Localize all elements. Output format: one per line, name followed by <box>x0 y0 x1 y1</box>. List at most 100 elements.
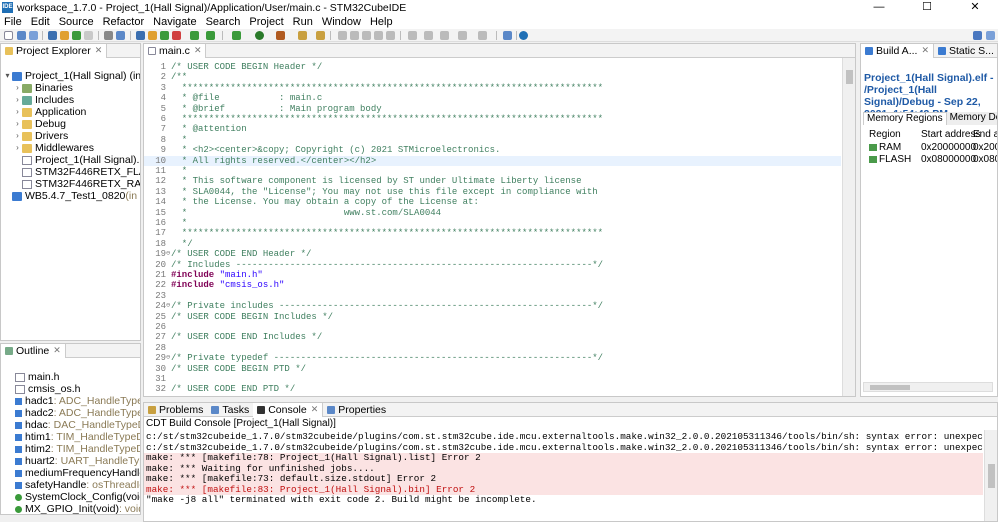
refresh-icon[interactable] <box>160 31 169 40</box>
tab-memory-details[interactable]: Memory Details <box>946 112 997 125</box>
terminal-icon[interactable] <box>116 31 125 40</box>
tab-tasks[interactable]: Tasks <box>207 403 253 417</box>
save-all-icon[interactable] <box>29 31 38 40</box>
next-annotation-icon[interactable] <box>408 31 417 40</box>
skip-breakpoints-icon[interactable] <box>104 31 113 40</box>
code-line[interactable]: 28 <box>144 343 841 353</box>
code-line[interactable]: 3 **************************************… <box>144 83 841 93</box>
debug-run-icon[interactable] <box>190 31 199 40</box>
tree-item-project[interactable]: ▾Project_1(Hall Signal) (in STM32Cu <box>3 70 140 82</box>
menu-search[interactable]: Search <box>202 16 246 28</box>
external-tool-icon[interactable] <box>276 31 285 40</box>
close-icon[interactable]: ✕ <box>194 45 202 56</box>
perspective-cube-icon[interactable] <box>973 31 982 40</box>
code-line[interactable]: 13 * SLA0044, the "License"; You may not… <box>144 187 841 197</box>
tab-outline[interactable]: Outline ✕ <box>1 344 66 358</box>
close-icon[interactable]: ✕ <box>921 45 929 56</box>
info-icon[interactable] <box>519 31 528 40</box>
open-type-icon[interactable] <box>316 31 325 40</box>
ext-tools-icon[interactable] <box>84 31 93 40</box>
last-edit-icon[interactable] <box>440 31 449 40</box>
back-icon[interactable] <box>458 31 467 40</box>
table-row[interactable]: RAM <box>869 142 901 153</box>
show-whitespace-icon[interactable] <box>362 31 371 40</box>
run-last-icon[interactable] <box>255 31 264 40</box>
outline-item[interactable]: cmsis_os.h <box>15 383 81 395</box>
tree-item-ioc[interactable]: Project_1(Hall Signal).ioc <box>13 154 140 166</box>
tree-item-includes[interactable]: › Includes <box>13 94 74 106</box>
tree-item-application[interactable]: › Application <box>13 106 86 118</box>
menu-help[interactable]: Help <box>366 16 398 28</box>
maximize-button[interactable]: ☐ <box>904 0 950 15</box>
menu-refactor[interactable]: Refactor <box>99 16 150 28</box>
tab-memory-regions[interactable]: Memory Regions <box>863 112 947 125</box>
code-line[interactable]: 24 ⊖/* Private includes -----------------… <box>144 301 841 311</box>
format-icon[interactable] <box>386 31 395 40</box>
menu-window[interactable]: Window <box>318 16 366 28</box>
hammer-icon[interactable] <box>148 31 157 40</box>
tree-item-debug[interactable]: › Debug <box>13 118 66 130</box>
horizontal-scrollbar[interactable] <box>863 382 993 392</box>
code-line[interactable]: 12 * This software component is licensed… <box>144 176 841 186</box>
code-line[interactable]: 14 * the License. You may obtain a copy … <box>144 197 841 207</box>
tree-item-ram-ld[interactable]: STM32F446RETX_RAM.ld <box>13 178 140 190</box>
menu-navigate[interactable]: Navigate <box>149 16 201 28</box>
menu-source[interactable]: Source <box>55 16 99 28</box>
forward-icon[interactable] <box>478 31 487 40</box>
code-line[interactable]: 17 *************************************… <box>144 228 841 238</box>
code-line[interactable]: 16 * <box>144 218 841 228</box>
close-button[interactable]: ✕ <box>952 0 998 15</box>
menu-run[interactable]: Run <box>289 16 318 28</box>
code-line[interactable]: 21 #include "main.h" <box>144 270 841 280</box>
debug-icon[interactable] <box>72 31 81 40</box>
menu-edit[interactable]: Edit <box>27 16 55 28</box>
code-line[interactable]: 23 <box>144 291 841 301</box>
code-line[interactable]: 1 /* USER CODE BEGIN Header */ <box>144 62 841 72</box>
outline-item[interactable]: htim1 : TIM_HandleTypeDef <box>15 431 140 443</box>
tab-properties[interactable]: Properties <box>323 403 390 417</box>
code-line[interactable]: 22 #include "cmsis_os.h" <box>144 280 841 290</box>
fold-icon[interactable]: ⊖ <box>166 301 170 311</box>
outline-item[interactable]: htim2 : TIM_HandleTypeDef <box>15 443 140 455</box>
outline-item[interactable]: MX_GPIO_Init(void) : void <box>15 503 140 514</box>
close-icon[interactable]: ✕ <box>311 404 319 415</box>
outline-item[interactable]: hadc1 : ADC_HandleTypeDef <box>15 395 140 407</box>
col-end-address[interactable]: End a <box>973 129 997 140</box>
code-line[interactable]: 29 ⊖/* Private typedef ------------------… <box>144 353 841 363</box>
table-row[interactable]: FLASH <box>869 154 911 165</box>
col-region[interactable]: Region <box>869 129 901 140</box>
tree-item-binaries[interactable]: › Binaries <box>13 82 73 94</box>
block-select-icon[interactable] <box>374 31 383 40</box>
code-line[interactable]: 25 /* USER CODE BEGIN Includes */ <box>144 312 841 322</box>
tab-console[interactable]: Console ✕ <box>253 403 324 417</box>
code-line[interactable]: 15 * www.st.com/SLA0044 <box>144 208 841 218</box>
code-line[interactable]: 11 * <box>144 166 841 176</box>
editor-scrollbar[interactable] <box>842 58 855 396</box>
tab-main-c[interactable]: main.c ✕ <box>144 44 207 58</box>
code-line[interactable]: 32 /* USER CODE END PTD */ <box>144 384 841 394</box>
code-line[interactable]: 18 */ <box>144 239 841 249</box>
outline-item[interactable]: main.h <box>15 371 60 383</box>
code-area[interactable]: 1/* USER CODE BEGIN Header */2/** 3 *****… <box>144 58 841 396</box>
tree-item-middlewares[interactable]: › Middlewares <box>13 142 94 154</box>
annotation-icon[interactable] <box>338 31 347 40</box>
code-line[interactable]: 9 * <h2><center>&copy; Copyright (c) 202… <box>144 145 841 155</box>
toggle-mark-icon[interactable] <box>350 31 359 40</box>
fold-icon[interactable]: ⊖ <box>166 353 170 363</box>
save-icon[interactable] <box>17 31 26 40</box>
pin-editor-icon[interactable] <box>503 31 512 40</box>
menu-project[interactable]: Project <box>245 16 288 28</box>
col-start-address[interactable]: Start address <box>921 129 980 140</box>
code-line[interactable]: 19 ⊖/* USER CODE END Header */ <box>144 249 841 259</box>
console-scrollbar[interactable] <box>984 430 997 521</box>
minimize-button[interactable]: — <box>856 0 902 15</box>
new-project-icon[interactable] <box>136 31 145 40</box>
refresh-target-icon[interactable] <box>206 31 215 40</box>
outline-item[interactable]: mediumFrequencyHandle : os <box>15 467 140 479</box>
outline-item[interactable]: hadc2 : ADC_HandleTypeDef <box>15 407 140 419</box>
close-icon[interactable]: ✕ <box>53 345 61 356</box>
code-line[interactable]: 4 * @file : main.c <box>144 93 841 103</box>
code-line[interactable]: 31 <box>144 374 841 384</box>
stop-icon[interactable] <box>172 31 181 40</box>
code-line[interactable]: 7 * @attention <box>144 124 841 134</box>
